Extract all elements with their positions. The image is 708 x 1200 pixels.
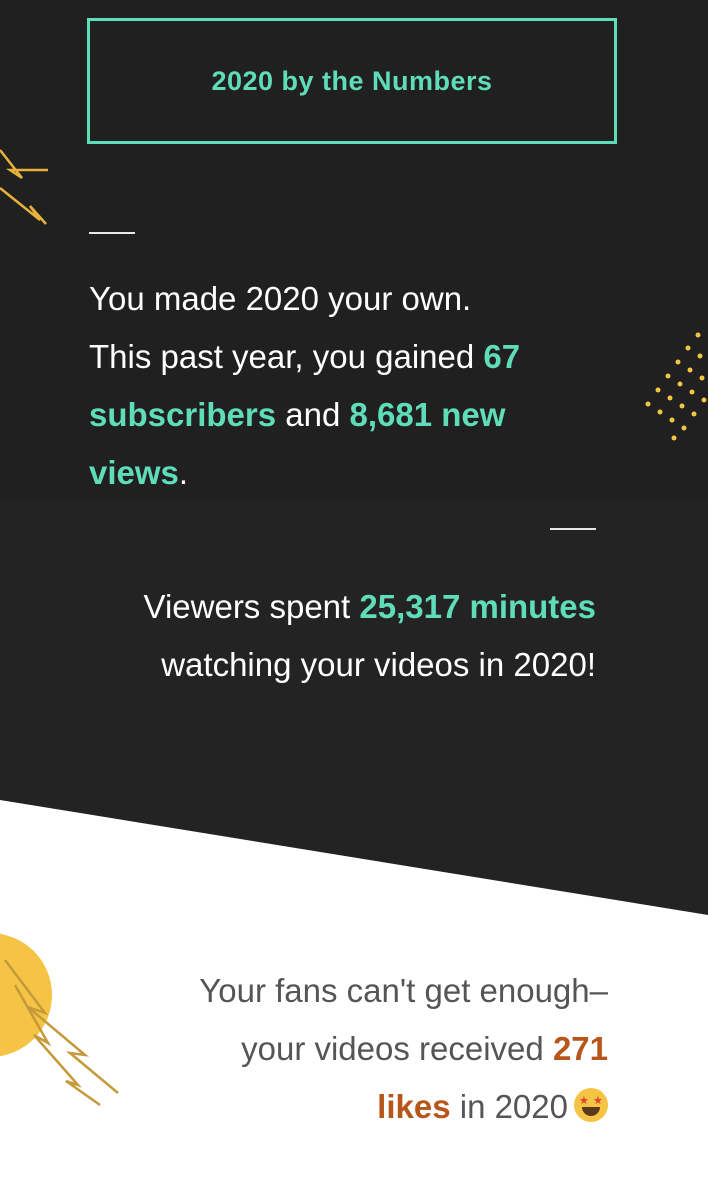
divider-dash-left [89,232,135,234]
likes-stat: Your fans can't get enough–your videos r… [168,962,608,1136]
stat-prefix-text: This past year, you gained [89,338,484,375]
minutes-prefix-text: Viewers spent [143,588,360,625]
zigzag-decoration-bottom [4,959,119,1107]
likes-prefix-text: Your fans can't get enough–your videos r… [199,972,608,1067]
divider-dash-right [550,528,596,530]
connector-text: and [276,396,350,433]
subscribers-stat: You made 2020 your own. This past year, … [89,270,609,502]
dots-decoration [645,332,707,441]
stat-intro-text: You made 2020 your own. [89,280,472,317]
minutes-suffix-text: watching your videos in 2020! [161,646,596,683]
star-struck-emoji-icon: ★ ★ [574,1088,608,1122]
page-title: 2020 by the Numbers [211,65,493,96]
end-punctuation: . [178,454,189,491]
zigzag-decoration-top [0,149,48,225]
likes-suffix-text: in 2020 [450,1088,568,1125]
minutes-stat: Viewers spent 25,317 minutes watching yo… [136,578,596,694]
minutes-value: 25,317 minutes [359,588,596,625]
title-box: 2020 by the Numbers [87,18,617,144]
